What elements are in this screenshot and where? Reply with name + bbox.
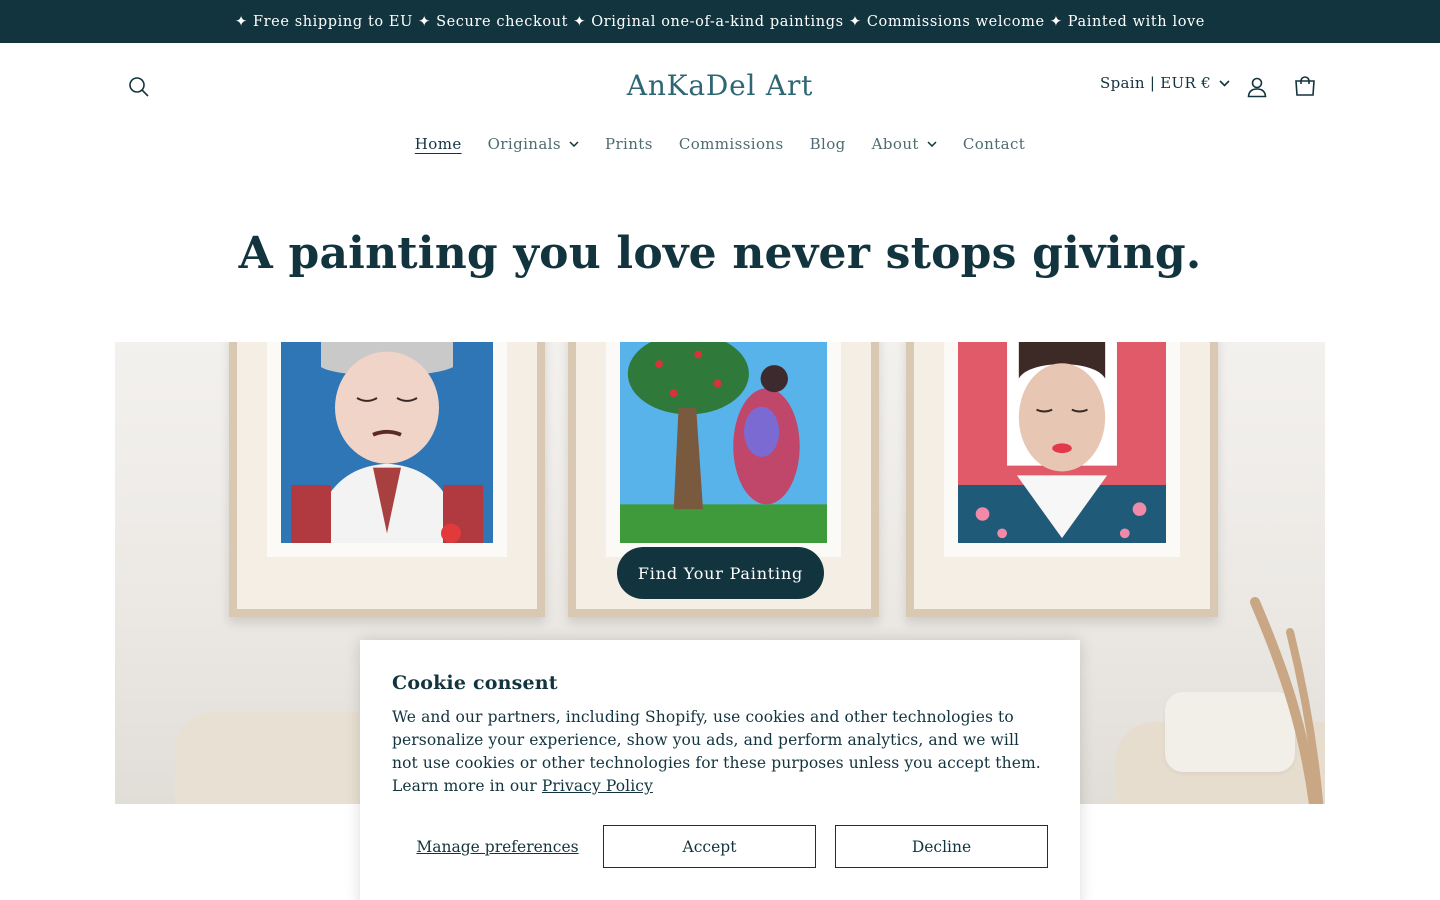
painting-man-image (281, 342, 493, 543)
privacy-policy-link[interactable]: Privacy Policy (542, 777, 653, 795)
cookie-consent-actions: Manage preferences Accept Decline (392, 825, 1048, 868)
nav-item-about[interactable]: About (859, 135, 950, 153)
cookie-consent-body: We and our partners, including Shopify, … (392, 708, 1041, 795)
account-icon (1247, 77, 1267, 98)
site-header: AnKaDel Art Spain | EUR € Home Originals… (0, 43, 1440, 175)
find-your-painting-button[interactable]: Find Your Painting (617, 547, 824, 599)
chevron-down-icon (1219, 79, 1230, 87)
announcement-text: ✦ Free shipping to EU ✦ Secure checkout … (234, 13, 1205, 30)
nav-item-label: Commissions (678, 135, 784, 153)
announcement-bar: ✦ Free shipping to EU ✦ Secure checkout … (0, 0, 1440, 43)
pampas-grass-decoration (1250, 597, 1324, 804)
main-navigation: Home Originals Prints Commissions Blog A… (0, 135, 1440, 153)
nav-item-label: About (871, 135, 919, 153)
decline-cookies-button[interactable]: Decline (835, 825, 1048, 868)
nav-item-home[interactable]: Home (402, 135, 475, 153)
nav-item-label: Contact (962, 135, 1026, 153)
hero-title: A painting you love never stops giving. (238, 228, 1202, 279)
painting-tree-image (620, 342, 827, 543)
cart-button[interactable] (1283, 65, 1327, 109)
nav-item-label: Blog (809, 135, 846, 153)
cookie-consent-text: We and our partners, including Shopify, … (392, 706, 1048, 798)
accept-cookies-button[interactable]: Accept (603, 825, 816, 868)
locale-label: Spain | EUR € (1100, 74, 1211, 92)
cookie-consent-dialog: Cookie consent We and our partners, incl… (360, 640, 1080, 900)
painting-woman-image (958, 342, 1166, 543)
nav-item-commissions[interactable]: Commissions (666, 135, 797, 153)
nav-item-contact[interactable]: Contact (950, 135, 1038, 153)
chevron-down-icon (569, 141, 579, 147)
manage-preferences-button[interactable]: Manage preferences (392, 825, 603, 868)
nav-item-label: Prints (604, 135, 653, 153)
country-currency-selector[interactable]: Spain | EUR € (1100, 74, 1230, 92)
nav-item-prints[interactable]: Prints (592, 135, 666, 153)
painting-frame-portrait-woman (906, 342, 1218, 617)
nav-item-originals[interactable]: Originals (475, 135, 592, 153)
nav-item-label: Originals (487, 135, 561, 153)
nav-item-blog[interactable]: Blog (797, 135, 859, 153)
logo-link[interactable]: AnKaDel Art (627, 69, 813, 102)
cart-icon (1295, 76, 1315, 96)
account-button[interactable] (1235, 65, 1279, 109)
nav-item-label: Home (414, 135, 462, 153)
cookie-consent-title: Cookie consent (392, 672, 558, 694)
chevron-down-icon (927, 141, 937, 147)
painting-frame-portrait-man (229, 342, 545, 617)
